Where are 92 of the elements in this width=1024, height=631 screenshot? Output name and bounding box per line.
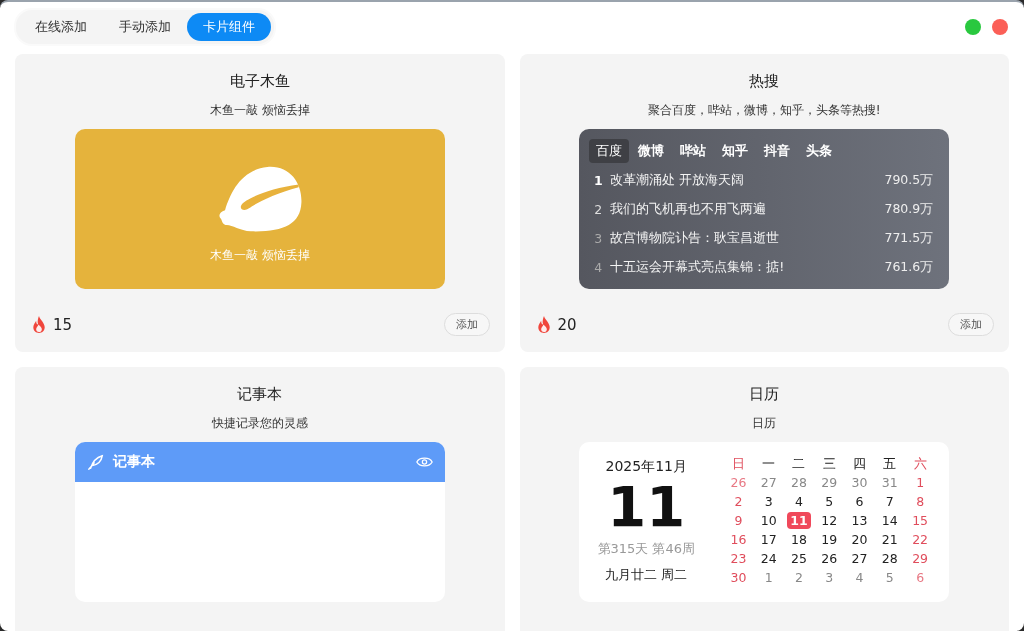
calendar-day[interactable]: 30 bbox=[727, 569, 750, 586]
hot-topic-link[interactable]: 十五运会开幕式亮点集锦：掂! bbox=[610, 259, 885, 276]
flame-icon bbox=[535, 315, 552, 334]
calendar-day[interactable]: 3 bbox=[822, 569, 837, 586]
source-tab[interactable]: 知乎 bbox=[715, 139, 756, 163]
calendar-day[interactable]: 27 bbox=[757, 474, 780, 491]
card-title: 电子木鱼 bbox=[229, 71, 290, 91]
source-tab[interactable]: 微博 bbox=[631, 139, 672, 163]
calendar-day[interactable]: 9 bbox=[731, 512, 746, 529]
calendar-day[interactable]: 15 bbox=[909, 512, 932, 529]
eye-icon[interactable] bbox=[415, 456, 433, 468]
calendar-day[interactable]: 28 bbox=[788, 474, 810, 491]
weekday-label: 四 bbox=[852, 455, 868, 472]
heat-value: 780.9万 bbox=[884, 201, 934, 218]
calendar-day[interactable]: 6 bbox=[852, 493, 867, 510]
tab[interactable]: 手动添加 bbox=[103, 13, 187, 41]
calendar-day[interactable]: 18 bbox=[788, 531, 810, 548]
calendar-day[interactable]: 19 bbox=[818, 531, 841, 548]
calendar-day[interactable]: 25 bbox=[788, 550, 810, 567]
calendar-day[interactable]: 12 bbox=[818, 512, 841, 529]
calendar-day[interactable]: 31 bbox=[878, 474, 901, 491]
calendar-day[interactable]: 27 bbox=[848, 550, 871, 567]
calendar-day[interactable]: 20 bbox=[848, 531, 871, 548]
calendar-day[interactable]: 11 bbox=[787, 512, 811, 529]
calendar-day[interactable]: 2 bbox=[791, 569, 806, 586]
calendar-day[interactable]: 30 bbox=[848, 474, 871, 491]
calendar-day[interactable]: 23 bbox=[727, 550, 750, 567]
flame-icon bbox=[31, 315, 47, 334]
calendar-day[interactable]: 1 bbox=[913, 474, 928, 491]
lunar-date: 九月廿二 周二 bbox=[605, 566, 688, 584]
calendar-day[interactable]: 29 bbox=[909, 550, 932, 567]
source-tab[interactable]: 抖音 bbox=[757, 139, 798, 163]
heat-value: 790.5万 bbox=[884, 172, 934, 189]
card-subtitle: 聚合百度，哔站，微博，知乎，头条等热搜! bbox=[647, 102, 881, 118]
source-tab[interactable]: 哔站 bbox=[673, 139, 714, 163]
hot-topic-link[interactable]: 故宫博物院讣告：耿宝昌逝世 bbox=[610, 230, 885, 247]
calendar-day[interactable]: 24 bbox=[757, 550, 780, 567]
day-week-info: 第315天 第46周 bbox=[597, 540, 695, 558]
card-title: 热搜 bbox=[749, 71, 780, 91]
rank-number: 3 bbox=[593, 231, 604, 246]
calendar-day[interactable]: 5 bbox=[822, 493, 837, 510]
calendar-day[interactable]: 4 bbox=[852, 569, 867, 586]
card-subtitle: 日历 bbox=[752, 415, 777, 431]
calendar-day[interactable]: 26 bbox=[818, 550, 841, 567]
hot-topic-link[interactable]: 我们的飞机再也不用飞两遍 bbox=[610, 201, 885, 218]
calendar-day[interactable]: 7 bbox=[882, 493, 897, 510]
calendar-day[interactable]: 28 bbox=[878, 550, 901, 567]
calendar-day[interactable]: 5 bbox=[882, 569, 897, 586]
tab[interactable]: 卡片组件 bbox=[187, 13, 271, 41]
calendar-day[interactable]: 16 bbox=[727, 531, 750, 548]
heat-count: 15 bbox=[53, 315, 74, 334]
calendar-day[interactable]: 1 bbox=[761, 569, 776, 586]
add-button[interactable]: 添加 bbox=[443, 313, 490, 336]
calendar-day[interactable]: 10 bbox=[757, 512, 780, 529]
calendar-day[interactable]: 13 bbox=[848, 512, 871, 529]
weekday-label: 一 bbox=[761, 455, 777, 472]
card-title: 记事本 bbox=[237, 384, 283, 404]
feather-icon bbox=[86, 453, 105, 471]
calendar-day[interactable]: 14 bbox=[878, 512, 901, 529]
hot-topic-link[interactable]: 改革潮涌处 开放海天阔 bbox=[610, 172, 885, 189]
source-tab[interactable]: 头条 bbox=[799, 139, 840, 163]
maximize-button[interactable] bbox=[965, 19, 981, 35]
day-number: 11 bbox=[607, 476, 686, 538]
add-button[interactable]: 添加 bbox=[948, 313, 994, 336]
source-tab[interactable]: 百度 bbox=[589, 139, 630, 163]
calendar-day[interactable]: 22 bbox=[909, 531, 932, 548]
weekday-label: 二 bbox=[791, 455, 807, 472]
calendar-day[interactable]: 17 bbox=[757, 531, 780, 548]
weekday-label: 五 bbox=[882, 455, 898, 472]
heat-value: 771.5万 bbox=[884, 230, 934, 247]
calendar-day[interactable]: 4 bbox=[791, 493, 806, 510]
notepad-title: 记事本 bbox=[112, 453, 156, 471]
calendar-day[interactable]: 29 bbox=[818, 474, 841, 491]
close-button[interactable] bbox=[992, 19, 1008, 35]
calendar-day[interactable]: 21 bbox=[878, 531, 901, 548]
weekday-label: 六 bbox=[912, 455, 928, 472]
month-label: 2025年11月 bbox=[605, 458, 687, 476]
rank-number: 2 bbox=[593, 202, 604, 217]
calendar-day[interactable]: 2 bbox=[731, 493, 746, 510]
heat-value: 761.6万 bbox=[884, 259, 934, 276]
calendar-day[interactable]: 3 bbox=[761, 493, 776, 510]
calendar-day[interactable]: 8 bbox=[913, 493, 928, 510]
card-subtitle: 木鱼一敲 烦恼丢掉 bbox=[209, 102, 310, 118]
card-title: 日历 bbox=[749, 384, 780, 404]
rank-number: 4 bbox=[593, 260, 604, 275]
card-subtitle: 快捷记录您的灵感 bbox=[211, 415, 308, 431]
heat-count: 20 bbox=[557, 315, 578, 334]
preview-caption: 木鱼一敲 烦恼丢掉 bbox=[209, 246, 310, 264]
tab[interactable]: 在线添加 bbox=[19, 13, 103, 41]
weekday-label: 日 bbox=[730, 455, 746, 472]
rank-number: 1 bbox=[592, 173, 604, 188]
weekday-label: 三 bbox=[821, 455, 837, 472]
